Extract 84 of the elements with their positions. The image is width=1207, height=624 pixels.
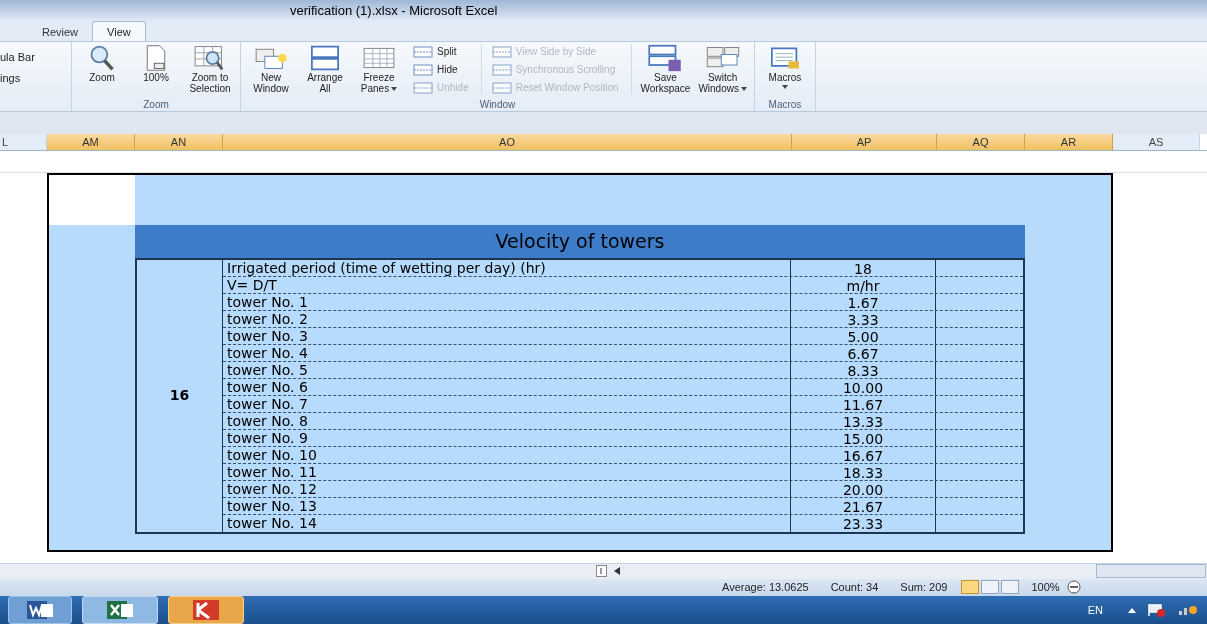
- flag-icon[interactable]: [1147, 603, 1167, 617]
- table-cell: tower No. 6: [223, 378, 791, 395]
- ribbon-button[interactable]: Macros: [758, 44, 811, 90]
- table-cell: 21.67: [791, 497, 936, 514]
- column-header[interactable]: AQ: [937, 134, 1025, 151]
- table-cell: 6.67: [791, 344, 936, 361]
- table-cell: 1.67: [791, 293, 936, 310]
- shield-k-icon: [191, 599, 221, 621]
- window-title: verification (1).xlsx - Microsoft Excel: [290, 1, 498, 20]
- table-cell: 20.00: [791, 480, 936, 497]
- taskbar-button[interactable]: [82, 596, 158, 624]
- status-average: Average: 13.0625: [722, 580, 809, 596]
- table-cell: 16.67: [791, 446, 936, 463]
- table-cell: 13.33: [791, 412, 936, 429]
- column-header[interactable]: L: [0, 134, 47, 151]
- column-header[interactable]: AS: [1113, 134, 1200, 151]
- pane-icon: [491, 45, 512, 58]
- pane-icon: [413, 81, 433, 94]
- table-cell: tower No. 5: [223, 361, 791, 378]
- column-header[interactable]: AM: [47, 134, 135, 151]
- ribbon-button[interactable]: Zoom: [76, 44, 128, 84]
- column-header[interactable]: AR: [1025, 134, 1113, 151]
- status-sum: Sum: 209: [900, 580, 948, 596]
- table-cell: 18.33: [791, 463, 936, 480]
- table-cell: 8.33: [791, 361, 936, 378]
- pane-icon: [491, 81, 512, 94]
- group-label: Window: [478, 99, 517, 112]
- table-cell: tower No. 14: [223, 514, 791, 532]
- table-cell: V= D/T: [223, 276, 791, 293]
- table-cell: 11.67: [791, 395, 936, 412]
- table-cell: 3.33: [791, 310, 936, 327]
- ribbon-small-button[interactable]: Split: [413, 44, 469, 60]
- ribbon-button[interactable]: Save Workspace: [637, 44, 694, 95]
- column-header[interactable]: AN: [135, 134, 223, 151]
- table-cell: 23.33: [791, 514, 936, 532]
- pane-icon: [413, 45, 433, 58]
- ribbon-button[interactable]: 100%: [130, 44, 182, 84]
- zoom-out-icon[interactable]: [1065, 580, 1082, 595]
- ribbon-tab[interactable]: View: [92, 21, 146, 42]
- taskbar-button[interactable]: [168, 596, 244, 624]
- table-cell: tower No. 12: [223, 480, 791, 497]
- zoom-level[interactable]: 100%: [1031, 579, 1060, 596]
- merged-cell: 16: [137, 259, 223, 532]
- column-header[interactable]: AO: [223, 134, 792, 151]
- table-cell: tower No. 3: [223, 327, 791, 344]
- group-label: Zoom: [142, 99, 170, 112]
- table-cell: tower No. 8: [223, 412, 791, 429]
- table-cell: tower No. 11: [223, 463, 791, 480]
- ribbon-checkbox-label[interactable]: ings: [0, 73, 71, 85]
- arrange-icon: [308, 44, 342, 73]
- taskbar-button[interactable]: [8, 596, 72, 624]
- horizontal-scrollbar[interactable]: [1096, 564, 1206, 579]
- table-cell: m/hr: [791, 276, 936, 293]
- table-cell: 18: [791, 259, 936, 276]
- table-cell: tower No. 4: [223, 344, 791, 361]
- table-cell: 5.00: [791, 327, 936, 344]
- table-cell: tower No. 2: [223, 310, 791, 327]
- column-header[interactable]: AP: [792, 134, 937, 151]
- tray-status-icon[interactable]: [1177, 603, 1199, 617]
- pane-icon: [413, 63, 433, 76]
- pane-icon: [491, 63, 512, 76]
- table-cell: Irrigated period (time of wetting per day) (hr): [223, 259, 791, 276]
- group-label: Macros: [767, 99, 803, 112]
- tray-arrow-icon[interactable]: [1127, 606, 1137, 614]
- language-indicator[interactable]: EN: [1087, 601, 1103, 619]
- table-title: Velocity of towers: [135, 224, 1025, 258]
- table-cell: tower No. 7: [223, 395, 791, 412]
- table-cell: 10.00: [791, 378, 936, 395]
- ribbon-checkbox-label[interactable]: ula Bar: [0, 52, 71, 64]
- document-w-icon: [25, 599, 55, 621]
- table-cell: 15.00: [791, 429, 936, 446]
- ribbon-button[interactable]: Zoom to Selection: [184, 44, 236, 95]
- table-cell: tower No. 13: [223, 497, 791, 514]
- ribbon-button[interactable]: Arrange All: [299, 44, 351, 95]
- spreadsheet-x-icon: [105, 599, 135, 621]
- ribbon-tab[interactable]: Review: [38, 23, 83, 42]
- ribbon-small-button[interactable]: Hide: [413, 62, 469, 78]
- table-cell: tower No. 1: [223, 293, 791, 310]
- ribbon-button[interactable]: Freeze Panes: [353, 44, 405, 95]
- table-cell: tower No. 9: [223, 429, 791, 446]
- ribbon-button[interactable]: New Window: [245, 44, 297, 95]
- status-count: Count: 34: [830, 580, 879, 596]
- ribbon-button[interactable]: Switch Windows: [695, 44, 750, 95]
- table-cell: tower No. 10: [223, 446, 791, 463]
